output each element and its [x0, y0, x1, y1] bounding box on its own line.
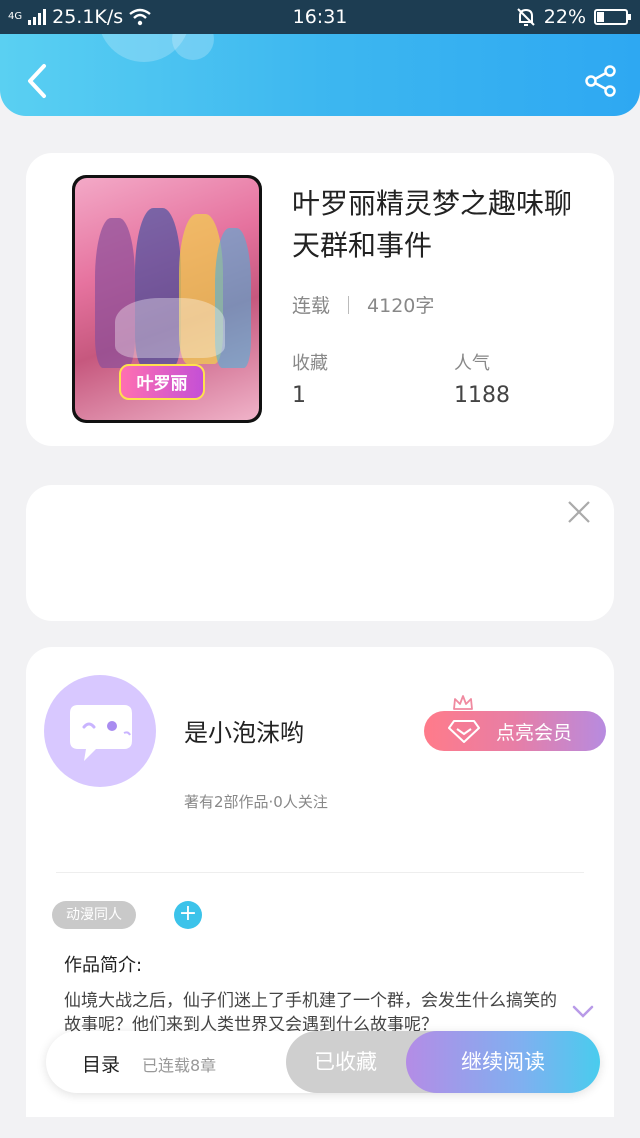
- favorites-count: 1: [292, 383, 306, 408]
- author-stats: 著有2部作品·0人关注: [184, 793, 328, 811]
- word-count: 4120字: [367, 295, 435, 317]
- divider: [56, 872, 584, 873]
- toc-button[interactable]: 目录: [82, 1050, 120, 1077]
- mute-bell-icon: [517, 8, 535, 26]
- continue-reading-button[interactable]: 继续阅读: [406, 1031, 600, 1093]
- book-title: 叶罗丽精灵梦之趣味聊天群和事件: [292, 187, 573, 262]
- close-icon[interactable]: [566, 499, 592, 525]
- vip-button[interactable]: 点亮会员: [424, 711, 606, 751]
- intro-text: 仙境大战之后，仙子们迷上了手机建了一个群，会发生什么搞笑的故事呢？他们来到人类世…: [64, 991, 557, 1035]
- favorites-label: 收藏: [292, 353, 328, 374]
- author-name[interactable]: 是小泡沫哟: [184, 713, 304, 748]
- genre-tag[interactable]: 动漫同人: [52, 901, 136, 929]
- book-info-card: 叶罗丽 叶罗丽精灵梦之趣味聊天群和事件 连载 4120字 收藏 1 人气 118…: [26, 153, 614, 446]
- battery-percent: 22%: [543, 6, 586, 28]
- ad-banner: [26, 485, 614, 621]
- add-tag-button[interactable]: +: [174, 901, 202, 929]
- diamond-icon: [448, 720, 480, 743]
- chapter-count: 已连载8章: [142, 1056, 217, 1075]
- header-bar: 4G 25.1K/s 16:31 22%: [0, 0, 640, 116]
- bottom-action-bar: 目录 已连载8章 已收藏 继续阅读: [46, 1031, 600, 1093]
- avatar[interactable]: [44, 675, 156, 787]
- battery-icon: [594, 9, 631, 25]
- chat-bubble-icon: [70, 705, 132, 761]
- cover-logo: 叶罗丽: [119, 364, 205, 400]
- crown-icon: [453, 695, 473, 710]
- book-status: 连载: [292, 295, 331, 317]
- book-cover[interactable]: 叶罗丽: [72, 175, 262, 423]
- vip-button-label: 点亮会员: [496, 721, 573, 744]
- popularity-label: 人气: [454, 353, 490, 374]
- meta-divider: [348, 295, 350, 314]
- share-icon[interactable]: [584, 64, 618, 98]
- status-bar: 4G 25.1K/s 16:31 22%: [0, 0, 640, 34]
- book-meta: 连载 4120字: [292, 291, 434, 318]
- intro-label: 作品简介:: [64, 955, 143, 976]
- chevron-down-icon[interactable]: [572, 1005, 594, 1019]
- back-button[interactable]: [22, 62, 52, 100]
- popularity-count: 1188: [454, 383, 510, 408]
